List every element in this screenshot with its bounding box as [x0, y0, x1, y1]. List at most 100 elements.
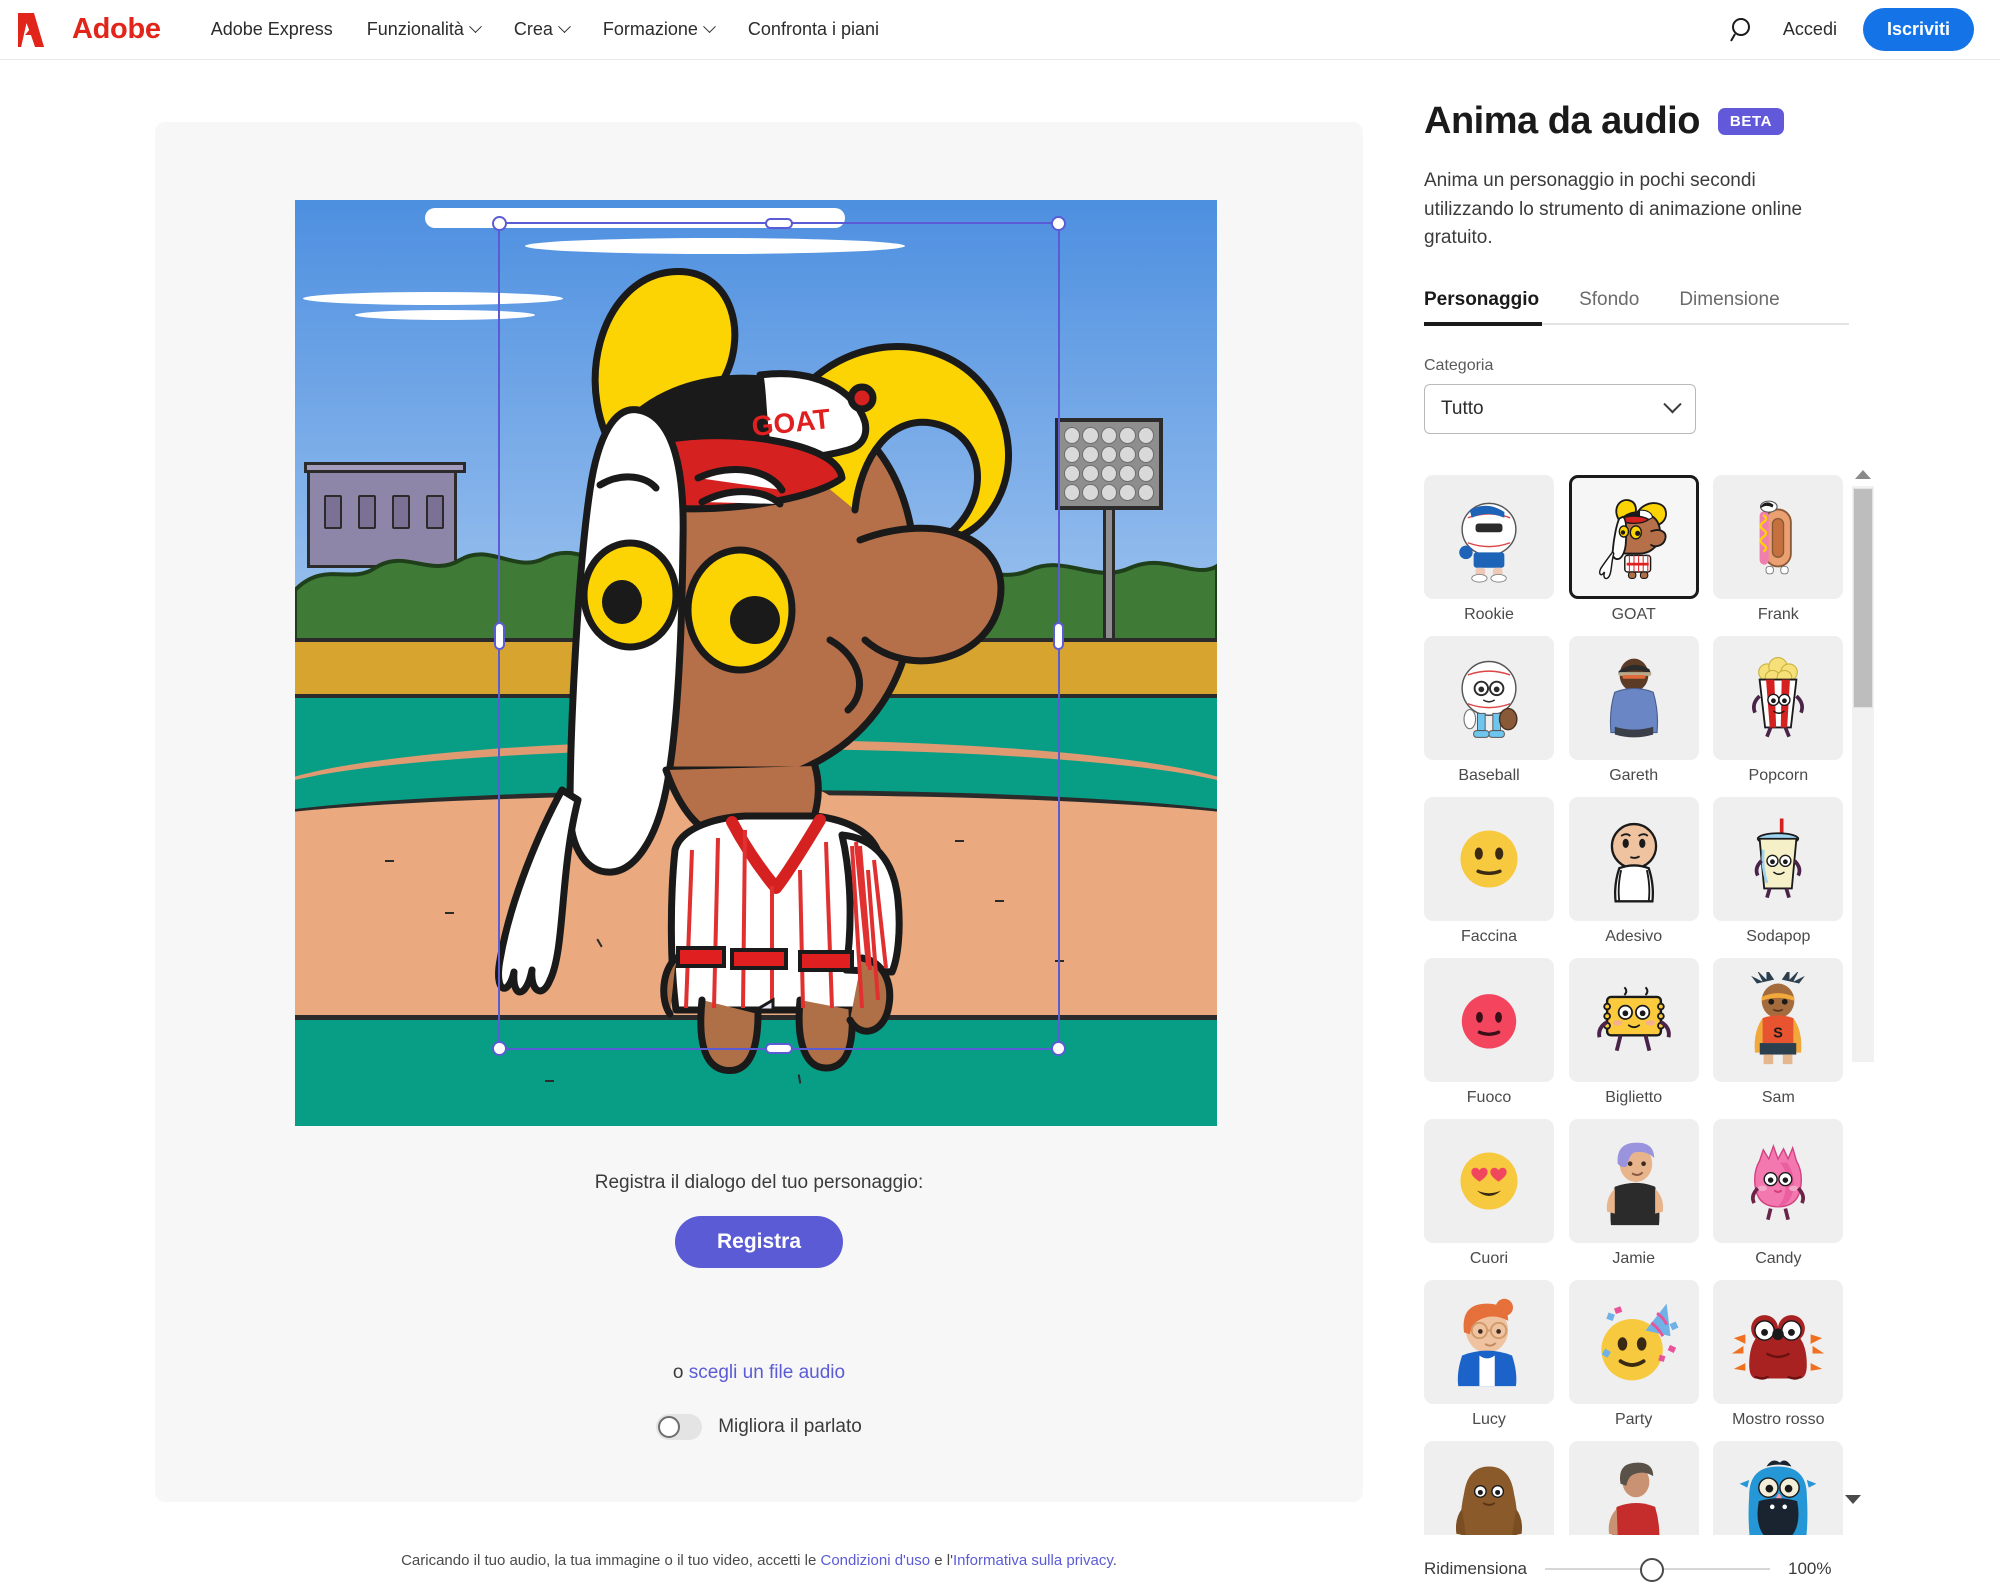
- character-cell-goat[interactable]: GOAT: [1568, 475, 1699, 624]
- goat-icon: [1598, 499, 1667, 580]
- tab-label: Sfondo: [1579, 288, 1640, 310]
- svg-text:S: S: [1774, 1025, 1784, 1041]
- character-cell-frank[interactable]: Frank: [1713, 475, 1844, 624]
- right-panel: Anima da audio BETA Anima un personaggio…: [1424, 100, 1984, 434]
- chevron-down-icon: [468, 20, 482, 34]
- character-cell-mostro-rosso[interactable]: Mostro rosso: [1713, 1280, 1844, 1429]
- character-name: Adesivo: [1605, 928, 1663, 945]
- character-cell-sam[interactable]: S Sam: [1713, 958, 1844, 1107]
- character-thumbnail: [1424, 958, 1554, 1082]
- character-cell-cuori[interactable]: Cuori: [1424, 1119, 1554, 1268]
- character-cell-popcorn[interactable]: Popcorn: [1713, 636, 1844, 785]
- character-canvas[interactable]: GOAT: [295, 200, 1217, 1126]
- character-name: Biglietto: [1605, 1089, 1663, 1106]
- character-cell-baseball[interactable]: Baseball: [1424, 636, 1554, 785]
- toggle-knob: [658, 1416, 681, 1438]
- field-speck: [445, 912, 454, 914]
- character-list-scrollbar[interactable]: [1852, 470, 1874, 1070]
- nav-link-adobe-express[interactable]: Adobe Express: [211, 19, 333, 40]
- panel-tabs: Personaggio Sfondo Dimensione: [1424, 289, 1984, 326]
- scroll-up-arrow-icon[interactable]: [1855, 470, 1871, 479]
- page-title: Anima da audio: [1424, 100, 1700, 142]
- scrollbar-thumb[interactable]: [1853, 488, 1873, 708]
- nav-links: Adobe Express Funzionalità Crea Formazio…: [211, 19, 879, 40]
- choose-audio-file-link[interactable]: scegli un file audio: [689, 1362, 845, 1383]
- adobe-logo[interactable]: Adobe: [18, 11, 161, 49]
- character-name: Cuori: [1469, 1250, 1509, 1267]
- category-select[interactable]: Tutto: [1424, 383, 1696, 434]
- character-cell-gareth[interactable]: Gareth: [1568, 636, 1699, 785]
- character-cell-lucy[interactable]: Lucy: [1424, 1280, 1554, 1429]
- top-navigation-bar: Adobe Adobe Express Funzionalità Crea Fo…: [0, 0, 2000, 60]
- building-window: [358, 495, 376, 529]
- scroll-down-arrow-icon[interactable]: [1845, 1495, 1861, 1504]
- nav-link-formazione[interactable]: Formazione: [603, 19, 716, 40]
- nav-link-label: Adobe Express: [210, 19, 333, 39]
- character-thumbnail: [1713, 1441, 1844, 1535]
- rookie-icon: [1459, 502, 1517, 583]
- character-name: Mostro rosso: [1732, 1411, 1825, 1428]
- terms-of-use-link[interactable]: Condizioni d'uso: [820, 1552, 930, 1569]
- privacy-policy-link[interactable]: Informativa sulla privacy: [953, 1552, 1113, 1569]
- character-cell-party[interactable]: Party: [1568, 1280, 1699, 1429]
- character-cell-sodapop[interactable]: Sodapop: [1713, 797, 1844, 946]
- heart-eyes-emoji-icon: [1460, 1152, 1518, 1210]
- adesivo-sticker-icon: [1610, 822, 1657, 903]
- character-cell-adesivo[interactable]: Adesivo: [1568, 797, 1699, 946]
- character-grid: Rookie GOAT Frank Baseball Gareth Popcor…: [1424, 475, 1844, 1535]
- legal-prefix: Caricando il tuo audio, la tua immagine …: [401, 1552, 821, 1569]
- character-thumbnail: [1568, 475, 1699, 599]
- character-cell-partial-3[interactable]: [1713, 1441, 1844, 1535]
- tab-label: Personaggio: [1424, 288, 1540, 310]
- character-name: Frank: [1757, 606, 1799, 623]
- popcorn-icon: [1752, 656, 1805, 738]
- tab-dimensione[interactable]: Dimensione: [1679, 289, 1779, 325]
- goat-character[interactable]: GOAT: [470, 210, 1040, 1080]
- character-name: Gareth: [1609, 767, 1659, 784]
- character-thumbnail: [1424, 1280, 1554, 1404]
- adobe-wordmark: Adobe: [72, 13, 161, 45]
- character-thumbnail: [1713, 636, 1844, 760]
- character-cell-jamie[interactable]: Jamie: [1568, 1119, 1699, 1268]
- sign-up-button[interactable]: Iscriviti: [1862, 8, 1974, 51]
- character-grid-area: Rookie GOAT Frank Baseball Gareth Popcor…: [1424, 475, 1844, 1535]
- character-cell-partial-2[interactable]: [1568, 1441, 1699, 1535]
- character-cell-rookie[interactable]: Rookie: [1424, 475, 1554, 624]
- character-name: Baseball: [1458, 767, 1520, 784]
- resize-label: Ridimensiona: [1424, 1559, 1527, 1578]
- character-name: GOAT: [1611, 606, 1656, 623]
- tab-sfondo[interactable]: Sfondo: [1579, 289, 1639, 325]
- tab-personaggio[interactable]: Personaggio: [1424, 289, 1539, 325]
- resize-value: 100%: [1788, 1559, 1832, 1578]
- legal-disclaimer: Caricando il tuo audio, la tua immagine …: [155, 1552, 1363, 1569]
- tab-label: Dimensione: [1679, 288, 1780, 310]
- enhance-speech-toggle[interactable]: [656, 1414, 703, 1440]
- jamie-icon: [1606, 1142, 1663, 1226]
- character-name: Candy: [1755, 1250, 1802, 1267]
- character-name: Party: [1614, 1411, 1653, 1428]
- nav-link-confronta-i-piani[interactable]: Confronta i piani: [748, 19, 879, 40]
- woman-red-shirt-icon: [1608, 1462, 1660, 1535]
- character-cell-partial-1[interactable]: [1424, 1441, 1554, 1535]
- light-head: [1055, 418, 1163, 510]
- nav-link-crea[interactable]: Crea: [514, 19, 571, 40]
- stadium-light-pole: [1055, 418, 1163, 738]
- search-icon[interactable]: [1729, 16, 1757, 44]
- red-monster-icon: [1732, 1315, 1825, 1380]
- character-cell-faccina[interactable]: Faccina: [1424, 797, 1554, 946]
- party-face-emoji-icon: [1601, 1303, 1679, 1381]
- chevron-down-icon: [703, 20, 716, 34]
- character-name: Sodapop: [1746, 928, 1811, 945]
- character-cell-candy[interactable]: Candy: [1713, 1119, 1844, 1268]
- nav-link-funzionalita[interactable]: Funzionalità: [367, 19, 482, 40]
- resize-slider[interactable]: [1545, 1558, 1770, 1582]
- character-cell-biglietto[interactable]: Biglietto: [1568, 958, 1699, 1107]
- slider-knob[interactable]: [1640, 1558, 1664, 1582]
- character-cell-fuoco[interactable]: Fuoco: [1424, 958, 1554, 1107]
- sign-in-link[interactable]: Accedi: [1783, 19, 1837, 40]
- record-button[interactable]: Registra: [674, 1216, 844, 1268]
- character-thumbnail: [1424, 636, 1554, 760]
- choose-audio-row: o scegli un file audio: [155, 1362, 1363, 1384]
- panel-description: Anima un personaggio in pochi secondi ut…: [1424, 170, 1803, 248]
- ticket-icon: [1596, 986, 1671, 1052]
